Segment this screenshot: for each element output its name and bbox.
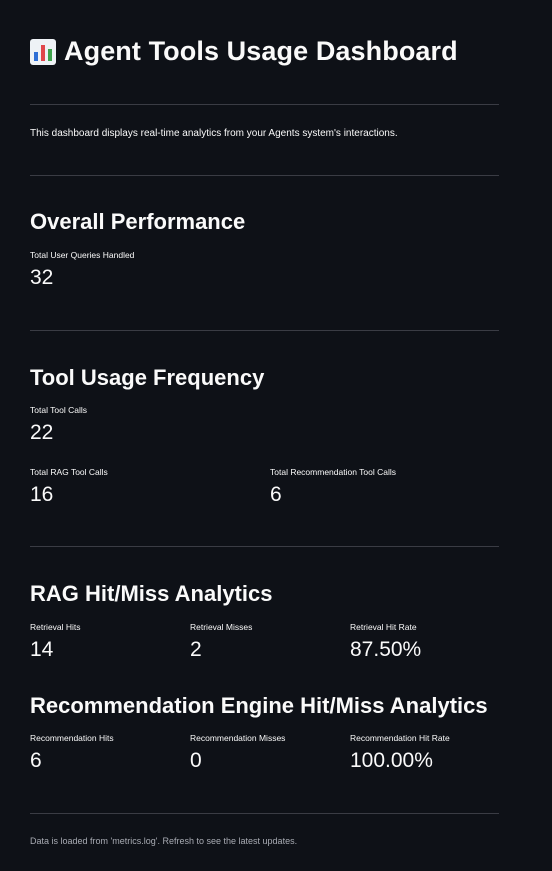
metric-retrieval-misses: Retrieval Misses 2 (190, 622, 252, 662)
metric-label: Total Recommendation Tool Calls (270, 467, 396, 477)
metric-value: 87.50% (350, 638, 422, 661)
metric-label: Retrieval Misses (190, 622, 253, 632)
section-heading-tool-usage: Tool Usage Frequency (30, 365, 265, 390)
footer-caption: Data is loaded from 'metrics.log'. Refre… (30, 836, 298, 846)
divider (30, 330, 499, 331)
page-title-text: Agent Tools Usage Dashboard (64, 36, 458, 66)
metric-value: 6 (270, 483, 282, 506)
metric-recommendation-hits: Recommendation Hits 6 (30, 733, 114, 773)
metric-total-queries: Total User Queries Handled 32 (30, 250, 134, 290)
metric-label: Recommendation Hit Rate (350, 733, 450, 743)
metric-value: 0 (190, 749, 202, 772)
metric-value: 32 (30, 266, 54, 289)
bar-chart-icon (30, 38, 56, 65)
metric-retrieval-hits: Retrieval Hits 14 (30, 622, 81, 662)
divider (30, 813, 499, 814)
metric-retrieval-hit-rate: Retrieval Hit Rate 87.50% (350, 622, 421, 662)
divider (30, 546, 499, 547)
metric-label: Recommendation Hits (30, 733, 114, 743)
metric-label: Total User Queries Handled (30, 250, 135, 260)
metric-label: Total Tool Calls (30, 405, 88, 415)
metric-recommendation-tool-calls: Total Recommendation Tool Calls 6 (270, 467, 396, 507)
metric-label: Total RAG Tool Calls (30, 467, 108, 477)
metric-recommendation-hit-rate: Recommendation Hit Rate 100.00% (350, 733, 450, 773)
page-title: Agent Tools Usage Dashboard (30, 36, 458, 67)
metric-label: Retrieval Hit Rate (350, 622, 417, 632)
metric-value: 16 (30, 483, 54, 506)
metric-value: 14 (30, 638, 54, 661)
section-heading-overall: Overall Performance (30, 209, 246, 234)
divider (30, 104, 499, 105)
metric-label: Retrieval Hits (30, 622, 81, 632)
intro-text: This dashboard displays real-time analyt… (30, 128, 398, 139)
section-heading-recommendation: Recommendation Engine Hit/Miss Analytics (30, 693, 488, 718)
metric-value: 100.00% (350, 749, 433, 772)
divider (30, 175, 499, 176)
metric-recommendation-misses: Recommendation Misses 0 (190, 733, 285, 773)
metric-rag-tool-calls: Total RAG Tool Calls 16 (30, 467, 108, 507)
metric-value: 22 (30, 421, 54, 444)
metric-value: 2 (190, 638, 202, 661)
metric-value: 6 (30, 749, 42, 772)
section-heading-rag: RAG Hit/Miss Analytics (30, 581, 273, 606)
metric-label: Recommendation Misses (190, 733, 286, 743)
metric-total-tool-calls: Total Tool Calls 22 (30, 405, 87, 445)
